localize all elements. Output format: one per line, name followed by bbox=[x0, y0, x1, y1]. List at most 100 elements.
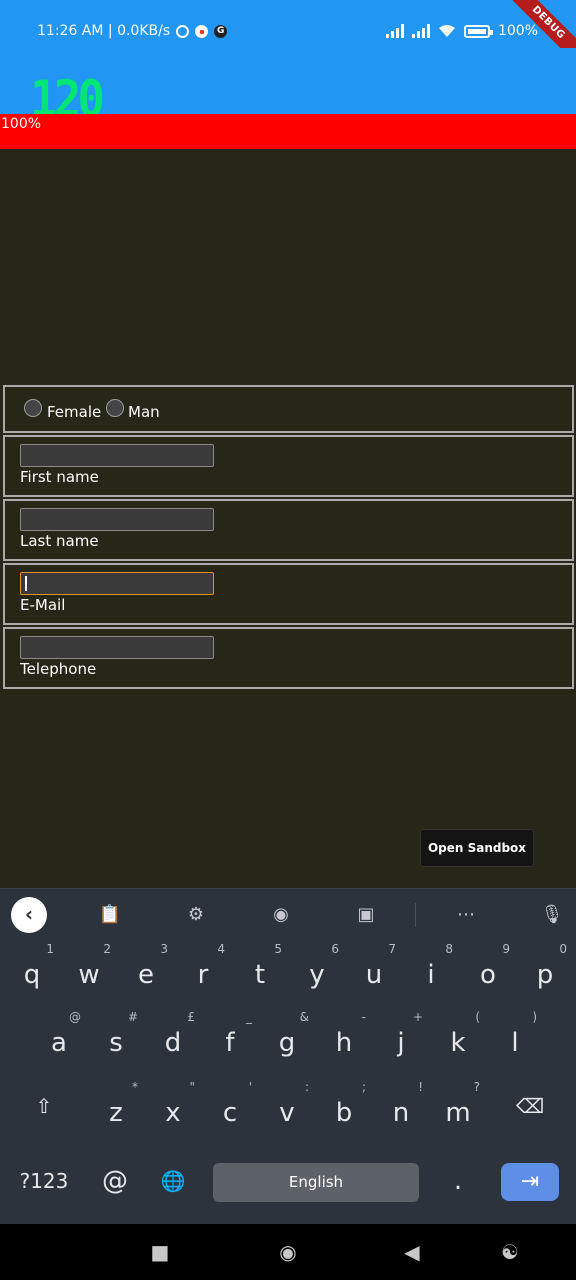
key-label: m bbox=[445, 1098, 471, 1128]
accessibility-icon[interactable]: ☯ bbox=[497, 1240, 523, 1264]
signal-icon bbox=[385, 24, 404, 38]
first-name-field-group: First name bbox=[3, 435, 574, 497]
key-label: l bbox=[511, 1028, 519, 1058]
key-hint: @ bbox=[69, 1010, 81, 1024]
enter-key-icon[interactable]: ⇥ bbox=[501, 1163, 559, 1201]
symbols-key[interactable]: ?123 bbox=[16, 1153, 72, 1209]
key-z[interactable]: z * bbox=[88, 1080, 144, 1141]
key-k[interactable]: k( bbox=[430, 1010, 486, 1071]
key-label: x bbox=[165, 1098, 181, 1128]
key-hint: * bbox=[132, 1080, 138, 1094]
clipboard-icon[interactable]: 📋 bbox=[98, 903, 122, 927]
key-c[interactable]: c ' bbox=[202, 1080, 258, 1141]
key-label: v bbox=[279, 1098, 295, 1128]
mail-icon bbox=[195, 24, 209, 38]
radio-female[interactable] bbox=[24, 399, 42, 417]
key-n[interactable]: n! bbox=[373, 1080, 429, 1141]
key-b[interactable]: b; bbox=[316, 1080, 372, 1141]
key-hint: 4 bbox=[217, 942, 225, 956]
key-q[interactable]: q1 bbox=[4, 942, 60, 1003]
battery-level: 100% bbox=[497, 23, 538, 39]
key-o[interactable]: o9 bbox=[460, 942, 516, 1003]
mic-off-icon[interactable]: 🎙 bbox=[540, 903, 564, 927]
email-field-group: E-Mail bbox=[3, 563, 574, 625]
key-u[interactable]: u7 bbox=[346, 942, 402, 1003]
key-label: n bbox=[392, 1098, 410, 1128]
key-y[interactable]: y6 bbox=[289, 942, 345, 1003]
key-l[interactable]: l) bbox=[487, 1010, 543, 1071]
key-label: o bbox=[480, 960, 496, 990]
keyboard: ⇧ ⌫ ?123 @ 🌐 English . ⇥ q1w2e3r4t5y6u7i… bbox=[0, 941, 576, 1224]
key-f[interactable]: f _ bbox=[202, 1010, 258, 1071]
status-bar: 11:26 AM | 0.0KB/s G 100% DEBUG bbox=[0, 0, 576, 72]
key-s[interactable]: s # bbox=[88, 1010, 144, 1071]
last-name-input[interactable] bbox=[20, 508, 214, 531]
key-label: b bbox=[335, 1098, 353, 1128]
space-key[interactable]: English bbox=[213, 1163, 419, 1202]
key-i[interactable]: i8 bbox=[403, 942, 459, 1003]
key-x[interactable]: x " bbox=[145, 1080, 201, 1141]
key-label: d bbox=[164, 1028, 182, 1058]
first-name-input[interactable] bbox=[20, 444, 214, 467]
key-hint: : bbox=[304, 1080, 309, 1094]
key-hint: ; bbox=[361, 1080, 366, 1094]
globe-icon[interactable]: 🌐 bbox=[145, 1153, 201, 1209]
at-key[interactable]: @ bbox=[87, 1153, 143, 1209]
period-key[interactable]: . bbox=[430, 1153, 486, 1209]
key-g[interactable]: g & bbox=[259, 1010, 315, 1071]
back-icon[interactable]: ‹ bbox=[11, 897, 47, 933]
key-h[interactable]: h- bbox=[316, 1010, 372, 1071]
floating-keyboard-icon[interactable]: ▣ bbox=[354, 903, 378, 927]
key-hint: 1 bbox=[46, 942, 54, 956]
key-label: y bbox=[309, 960, 325, 990]
key-w[interactable]: w2 bbox=[61, 942, 117, 1003]
first-name-label: First name bbox=[20, 468, 99, 486]
recents-icon[interactable]: ■ bbox=[147, 1240, 173, 1264]
settings-icon[interactable]: ⚙ bbox=[184, 903, 208, 927]
back-nav-icon[interactable]: ◀ bbox=[399, 1240, 425, 1264]
app-bar: 120 bbox=[0, 48, 576, 124]
key-t[interactable]: t5 bbox=[232, 942, 288, 1003]
key-v[interactable]: v: bbox=[259, 1080, 315, 1141]
key-m[interactable]: m? bbox=[430, 1080, 486, 1141]
signal-icon bbox=[411, 24, 430, 38]
key-hint: £ bbox=[187, 1010, 195, 1024]
open-sandbox-button[interactable]: Open Sandbox bbox=[420, 829, 534, 867]
key-label: u bbox=[365, 960, 383, 990]
shift-icon[interactable]: ⇧ bbox=[16, 1078, 72, 1134]
key-hint: ? bbox=[473, 1080, 480, 1094]
screen: 11:26 AM | 0.0KB/s G 100% DEBUG 120 100%… bbox=[0, 0, 576, 1280]
last-name-label: Last name bbox=[20, 532, 99, 550]
key-label: s bbox=[109, 1028, 123, 1058]
key-label: k bbox=[450, 1028, 466, 1058]
key-label: g bbox=[278, 1028, 296, 1058]
key-label: r bbox=[197, 960, 209, 990]
key-hint: " bbox=[189, 1080, 195, 1094]
key-a[interactable]: a @ bbox=[31, 1010, 87, 1071]
toolbar-divider bbox=[415, 903, 416, 927]
radio-man-label: Man bbox=[128, 403, 160, 421]
key-p[interactable]: p0 bbox=[517, 942, 573, 1003]
key-d[interactable]: d £ bbox=[145, 1010, 201, 1071]
backspace-icon[interactable]: ⌫ bbox=[502, 1078, 558, 1134]
key-hint: # bbox=[127, 1010, 138, 1024]
battery-icon bbox=[463, 24, 493, 38]
last-name-field-group: Last name bbox=[3, 499, 574, 561]
key-label: w bbox=[78, 960, 100, 990]
key-e[interactable]: e3 bbox=[118, 942, 174, 1003]
key-hint: ) bbox=[532, 1010, 537, 1024]
palette-icon[interactable]: ◉ bbox=[269, 903, 293, 927]
telephone-input[interactable] bbox=[20, 636, 214, 659]
key-hint: + bbox=[412, 1010, 423, 1024]
key-label: j bbox=[397, 1028, 405, 1058]
status-time: 11:26 AM | 0.0KB/s bbox=[37, 23, 171, 39]
key-label: f bbox=[225, 1028, 235, 1058]
home-icon[interactable]: ◉ bbox=[275, 1240, 301, 1264]
key-hint: ' bbox=[248, 1080, 252, 1094]
email-input[interactable] bbox=[20, 572, 214, 595]
key-r[interactable]: r4 bbox=[175, 942, 231, 1003]
key-j[interactable]: j + bbox=[373, 1010, 429, 1071]
radio-man[interactable] bbox=[106, 399, 124, 417]
more-icon[interactable]: ⋯ bbox=[454, 903, 478, 927]
status-left: 11:26 AM | 0.0KB/s G bbox=[37, 23, 228, 39]
